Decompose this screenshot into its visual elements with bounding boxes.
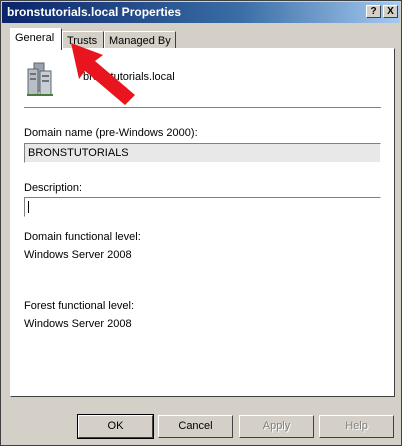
prewin2000-field[interactable]: BRONSTUTORIALS xyxy=(24,143,381,163)
forest-level-label: Forest functional level: xyxy=(24,300,135,312)
description-field[interactable] xyxy=(24,197,381,217)
help-title-button[interactable]: ? xyxy=(366,5,381,18)
forest-level-value: Windows Server 2008 xyxy=(24,318,132,330)
window-title: bronstutorials.local Properties xyxy=(7,5,182,19)
text-caret xyxy=(28,201,29,214)
cancel-button[interactable]: Cancel xyxy=(158,415,233,438)
domain-level-label: Domain functional level: xyxy=(24,231,141,243)
description-label: Description: xyxy=(24,182,83,194)
title-bar[interactable]: bronstutorials.local Properties ? X xyxy=(2,2,400,23)
domain-level-value: Windows Server 2008 xyxy=(24,249,132,261)
tab-general[interactable]: General xyxy=(10,28,62,50)
prewin2000-label: Domain name (pre-Windows 2000): xyxy=(24,127,198,139)
ok-button[interactable]: OK xyxy=(77,414,154,439)
annotation-arrow-icon xyxy=(71,43,135,105)
domain-icon xyxy=(27,62,53,96)
properties-dialog: bronstutorials.local Properties ? X Gene… xyxy=(0,0,402,446)
help-button[interactable]: Help xyxy=(319,415,394,438)
apply-button[interactable]: Apply xyxy=(239,415,314,438)
close-title-button[interactable]: X xyxy=(383,5,398,18)
